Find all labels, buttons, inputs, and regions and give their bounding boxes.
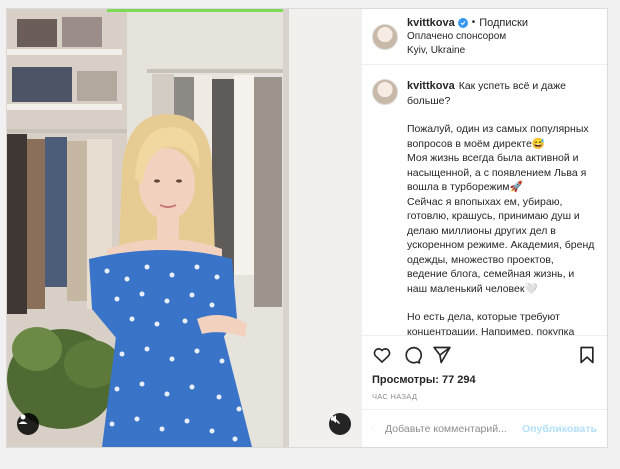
- instagram-post: kvittkova • Подписки Оплачено спонсором …: [6, 8, 608, 448]
- share-icon[interactable]: [432, 345, 452, 365]
- action-bar: Просмотры: 77 294 ЧАС НАЗАД: [362, 335, 607, 409]
- verified-icon: [457, 17, 468, 28]
- comment-form: Опубликовать: [362, 409, 607, 447]
- post-header: kvittkova • Подписки Оплачено спонсором …: [362, 9, 607, 65]
- location-link[interactable]: Kyiv, Ukraine: [407, 44, 528, 58]
- comment-icon[interactable]: [402, 345, 422, 365]
- mute-icon: [330, 414, 340, 424]
- post-side-panel: kvittkova • Подписки Оплачено спонсором …: [361, 9, 607, 447]
- publish-button[interactable]: Опубликовать: [522, 423, 597, 435]
- save-icon[interactable]: [577, 345, 597, 365]
- caption-username[interactable]: kvittkova: [407, 80, 455, 92]
- post-time[interactable]: ЧАС НАЗАД: [372, 392, 597, 401]
- heart-icon[interactable]: [372, 345, 392, 365]
- comment-input[interactable]: [383, 421, 523, 436]
- caption-paragraph: Пожалуй, один из самых популярных вопрос…: [407, 123, 595, 295]
- separator-dot: •: [471, 16, 476, 28]
- views-count[interactable]: Просмотры: 77 294: [372, 374, 597, 386]
- avatar[interactable]: [372, 23, 398, 50]
- username-link[interactable]: kvittkova: [407, 16, 455, 30]
- follow-status-button[interactable]: Подписки: [479, 16, 528, 30]
- mute-button[interactable]: [329, 413, 351, 435]
- sponsored-label[interactable]: Оплачено спонсором: [407, 30, 528, 44]
- caption-avatar[interactable]: [372, 79, 398, 105]
- video-frame: [7, 9, 361, 447]
- user-tag-button[interactable]: [17, 413, 39, 435]
- user-tag-icon: [18, 414, 28, 424]
- post-caption: kvittkova Как успеть всё и даже больше? П…: [362, 65, 607, 335]
- caption-paragraph: Но есть дела, которые требуют концентрац…: [407, 311, 575, 335]
- post-media-video[interactable]: [7, 9, 361, 447]
- emoji-icon[interactable]: [372, 420, 373, 438]
